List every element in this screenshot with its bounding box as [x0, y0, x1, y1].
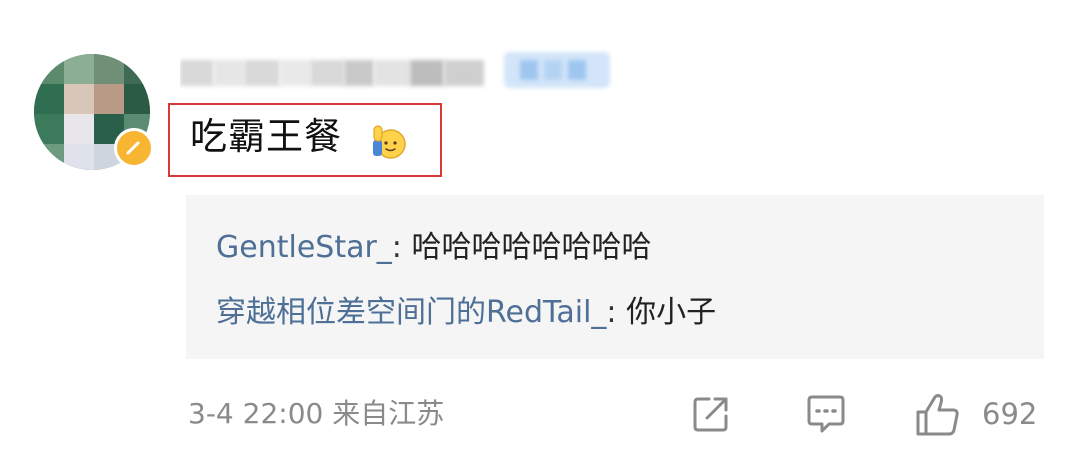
redaction-block: [568, 60, 586, 80]
avatar-mosaic: [64, 144, 94, 170]
avatar-mosaic: [64, 84, 94, 114]
redaction-block: [244, 60, 280, 86]
reply-text: 哈哈哈哈哈哈哈哈: [411, 230, 652, 265]
comment-timestamp: 3-4 22:00: [188, 397, 324, 430]
redaction-block: [544, 60, 562, 80]
comment-meta: 3-4 22:00 来自江苏: [188, 395, 444, 433]
redaction-block: [280, 60, 310, 86]
redaction-block: [310, 60, 344, 86]
user-tag-redacted: [504, 52, 610, 88]
comment-text: 吃霸王餐: [190, 115, 342, 158]
avatar-mosaic: [94, 84, 124, 114]
comment-icon[interactable]: [803, 392, 849, 436]
reply-username[interactable]: 穿越相位差空间门的RedTail_: [216, 295, 606, 330]
avatar-mosaic: [34, 114, 64, 144]
reply-item[interactable]: 穿越相位差空间门的RedTail_: 你小子: [216, 293, 716, 333]
redaction-block: [520, 60, 538, 80]
share-icon[interactable]: [689, 392, 733, 436]
reply-text: 你小子: [626, 295, 717, 330]
avatar-mosaic: [34, 84, 64, 114]
comment-source: 来自江苏: [332, 397, 445, 430]
like-count: 692: [982, 397, 1038, 431]
redaction-block: [180, 60, 214, 86]
avatar-mosaic: [64, 114, 94, 144]
raising-hand-emoji-icon: [373, 125, 406, 159]
reply-separator: :: [391, 230, 402, 265]
reply-username[interactable]: GentleStar_: [216, 230, 392, 265]
verified-badge-icon: [114, 128, 154, 168]
avatar-mosaic: [124, 54, 150, 84]
redaction-block: [410, 60, 444, 86]
avatar-mosaic: [64, 54, 94, 84]
avatar-mosaic: [94, 54, 124, 84]
avatar-mosaic: [34, 144, 64, 170]
redaction-block: [374, 60, 410, 86]
redaction-block: [344, 60, 374, 86]
avatar-mosaic: [34, 54, 64, 84]
username-redacted[interactable]: [180, 56, 500, 90]
avatar-mosaic: [124, 84, 150, 114]
like-icon[interactable]: [913, 392, 963, 438]
replies-panel[interactable]: GentleStar_: 哈哈哈哈哈哈哈哈 穿越相位差空间门的RedTail_:…: [186, 195, 1044, 359]
reply-item[interactable]: GentleStar_: 哈哈哈哈哈哈哈哈: [216, 228, 651, 268]
redaction-block: [214, 60, 244, 86]
redaction-block: [444, 60, 484, 86]
reply-separator: :: [606, 295, 617, 330]
